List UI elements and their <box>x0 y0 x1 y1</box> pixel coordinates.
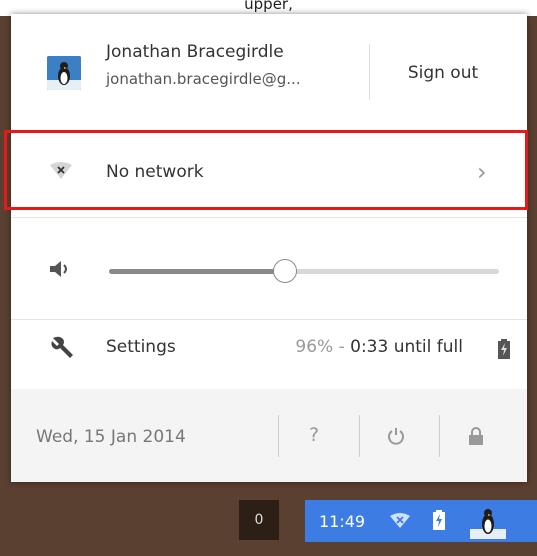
settings-link[interactable]: Settings <box>106 337 176 357</box>
help-icon: ? <box>308 424 320 446</box>
volume-slider-thumb[interactable] <box>272 259 297 283</box>
help-button[interactable]: ? <box>285 413 343 457</box>
wifi-x-icon <box>389 513 411 529</box>
chevron-right-icon: › <box>477 158 487 186</box>
speaker-icon[interactable] <box>49 259 73 279</box>
lock-button[interactable] <box>447 413 505 457</box>
user-name: Jonathan Bracegirdle <box>106 42 284 62</box>
wrench-icon <box>49 335 75 361</box>
settings-row: Settings 96% - 0:33 until full <box>11 319 527 387</box>
battery-separator: - <box>333 337 351 357</box>
battery-time: 0:33 until full <box>350 337 463 357</box>
divider <box>278 415 279 457</box>
divider <box>359 415 360 457</box>
divider <box>439 415 440 457</box>
battery-charging-icon <box>433 510 445 530</box>
user-card: Jonathan Bracegirdle jonathan.bracegirdl… <box>11 14 527 132</box>
network-label: No network <box>106 162 204 182</box>
user-avatar <box>470 503 506 539</box>
battery-charging-icon <box>498 339 510 359</box>
tray-clock: 11:49 <box>319 512 366 531</box>
network-item[interactable]: No network › <box>11 132 527 217</box>
volume-slider[interactable] <box>109 259 499 283</box>
date-label: Wed, 15 Jan 2014 <box>36 427 186 447</box>
lock-icon <box>468 424 484 446</box>
battery-percent: 96% <box>295 337 334 357</box>
sign-out-button[interactable]: Sign out <box>383 56 503 90</box>
status-tray[interactable]: 11:49 <box>305 500 537 542</box>
power-icon <box>387 424 405 446</box>
power-button[interactable] <box>367 413 425 457</box>
volume-slider-fill <box>109 269 285 274</box>
volume-row <box>11 217 527 319</box>
divider <box>369 44 370 100</box>
wifi-x-icon <box>49 162 73 180</box>
user-email: jonathan.bracegirdle@g... <box>106 70 301 88</box>
user-avatar <box>47 56 81 90</box>
bottom-bar: Wed, 15 Jan 2014 ? <box>11 389 527 482</box>
notification-counter[interactable]: 0 <box>239 500 279 540</box>
system-tray-menu: Jonathan Bracegirdle jonathan.bracegirdl… <box>11 14 527 482</box>
battery-status: 96% - 0:33 until full <box>295 337 463 357</box>
